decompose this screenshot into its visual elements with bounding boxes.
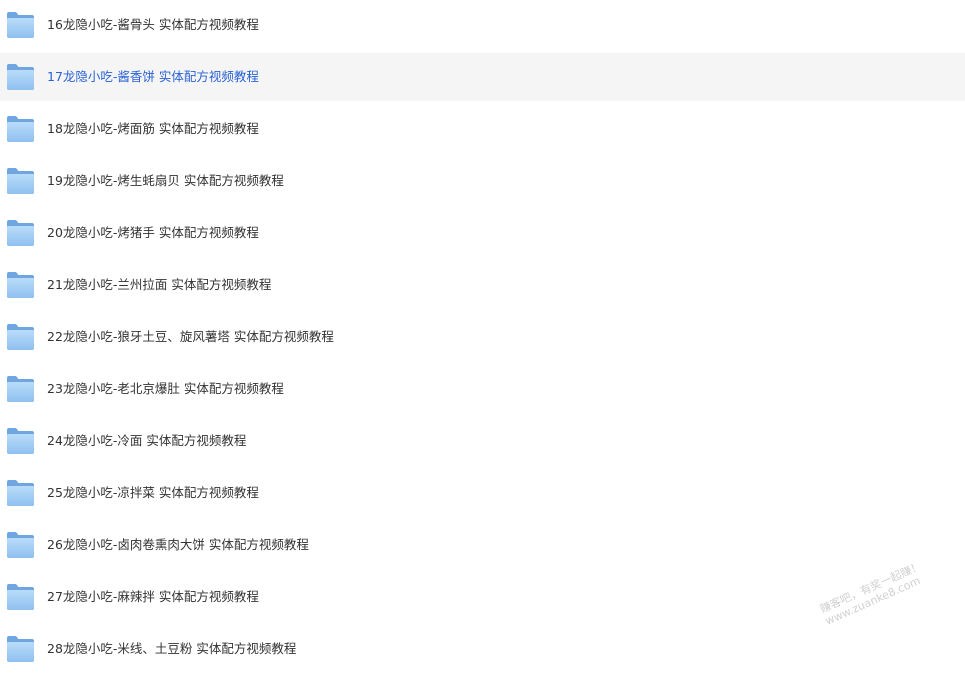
folder-row[interactable]: 18龙隐小吃-烤面筋 实体配方视频教程 [0, 105, 965, 153]
folder-name[interactable]: 22龙隐小吃-狼牙土豆、旋风薯塔 实体配方视频教程 [47, 313, 334, 361]
folder-name[interactable]: 27龙隐小吃-麻辣拌 实体配方视频教程 [47, 573, 259, 621]
folder-icon [7, 220, 34, 246]
folder-icon [7, 64, 34, 90]
folder-row[interactable]: 25龙隐小吃-凉拌菜 实体配方视频教程 [0, 469, 965, 517]
folder-row[interactable]: 23龙隐小吃-老北京爆肚 实体配方视频教程 [0, 365, 965, 413]
folder-row[interactable]: 22龙隐小吃-狼牙土豆、旋风薯塔 实体配方视频教程 [0, 313, 965, 361]
folder-name[interactable]: 18龙隐小吃-烤面筋 实体配方视频教程 [47, 105, 259, 153]
folder-icon [7, 532, 34, 558]
folder-row[interactable]: 26龙隐小吃-卤肉卷熏肉大饼 实体配方视频教程 [0, 521, 965, 569]
folder-name[interactable]: 19龙隐小吃-烤生蚝扇贝 实体配方视频教程 [47, 157, 284, 205]
folder-icon [7, 376, 34, 402]
folder-icon [7, 116, 34, 142]
folder-icon [7, 636, 34, 662]
folder-name[interactable]: 24龙隐小吃-冷面 实体配方视频教程 [47, 417, 246, 465]
folder-name[interactable]: 21龙隐小吃-兰州拉面 实体配方视频教程 [47, 261, 271, 309]
folder-name[interactable]: 20龙隐小吃-烤猪手 实体配方视频教程 [47, 209, 259, 257]
folder-name[interactable]: 17龙隐小吃-酱香饼 实体配方视频教程 [47, 53, 259, 101]
folder-icon [7, 168, 34, 194]
folder-icon [7, 428, 34, 454]
folder-row[interactable]: 17龙隐小吃-酱香饼 实体配方视频教程 [0, 53, 965, 101]
folder-row[interactable]: 24龙隐小吃-冷面 实体配方视频教程 [0, 417, 965, 465]
folder-row[interactable]: 16龙隐小吃-酱骨头 实体配方视频教程 [0, 1, 965, 49]
folder-row[interactable]: 28龙隐小吃-米线、土豆粉 实体配方视频教程 [0, 625, 965, 673]
folder-icon [7, 324, 34, 350]
folder-icon [7, 480, 34, 506]
file-list: 赚客吧，有奖一起赚！ www.zuanke8.com 16龙隐小吃-酱骨头 实体… [0, 0, 965, 674]
folder-row[interactable]: 21龙隐小吃-兰州拉面 实体配方视频教程 [0, 261, 965, 309]
folder-icon [7, 584, 34, 610]
folder-row[interactable]: 19龙隐小吃-烤生蚝扇贝 实体配方视频教程 [0, 157, 965, 205]
folder-row[interactable]: 20龙隐小吃-烤猪手 实体配方视频教程 [0, 209, 965, 257]
folder-icon [7, 272, 34, 298]
folder-icon [7, 12, 34, 38]
folder-name[interactable]: 23龙隐小吃-老北京爆肚 实体配方视频教程 [47, 365, 284, 413]
folder-name[interactable]: 26龙隐小吃-卤肉卷熏肉大饼 实体配方视频教程 [47, 521, 309, 569]
folder-name[interactable]: 28龙隐小吃-米线、土豆粉 实体配方视频教程 [47, 625, 296, 673]
folder-name[interactable]: 16龙隐小吃-酱骨头 实体配方视频教程 [47, 1, 259, 49]
folder-row[interactable]: 27龙隐小吃-麻辣拌 实体配方视频教程 [0, 573, 965, 621]
folder-name[interactable]: 25龙隐小吃-凉拌菜 实体配方视频教程 [47, 469, 259, 517]
